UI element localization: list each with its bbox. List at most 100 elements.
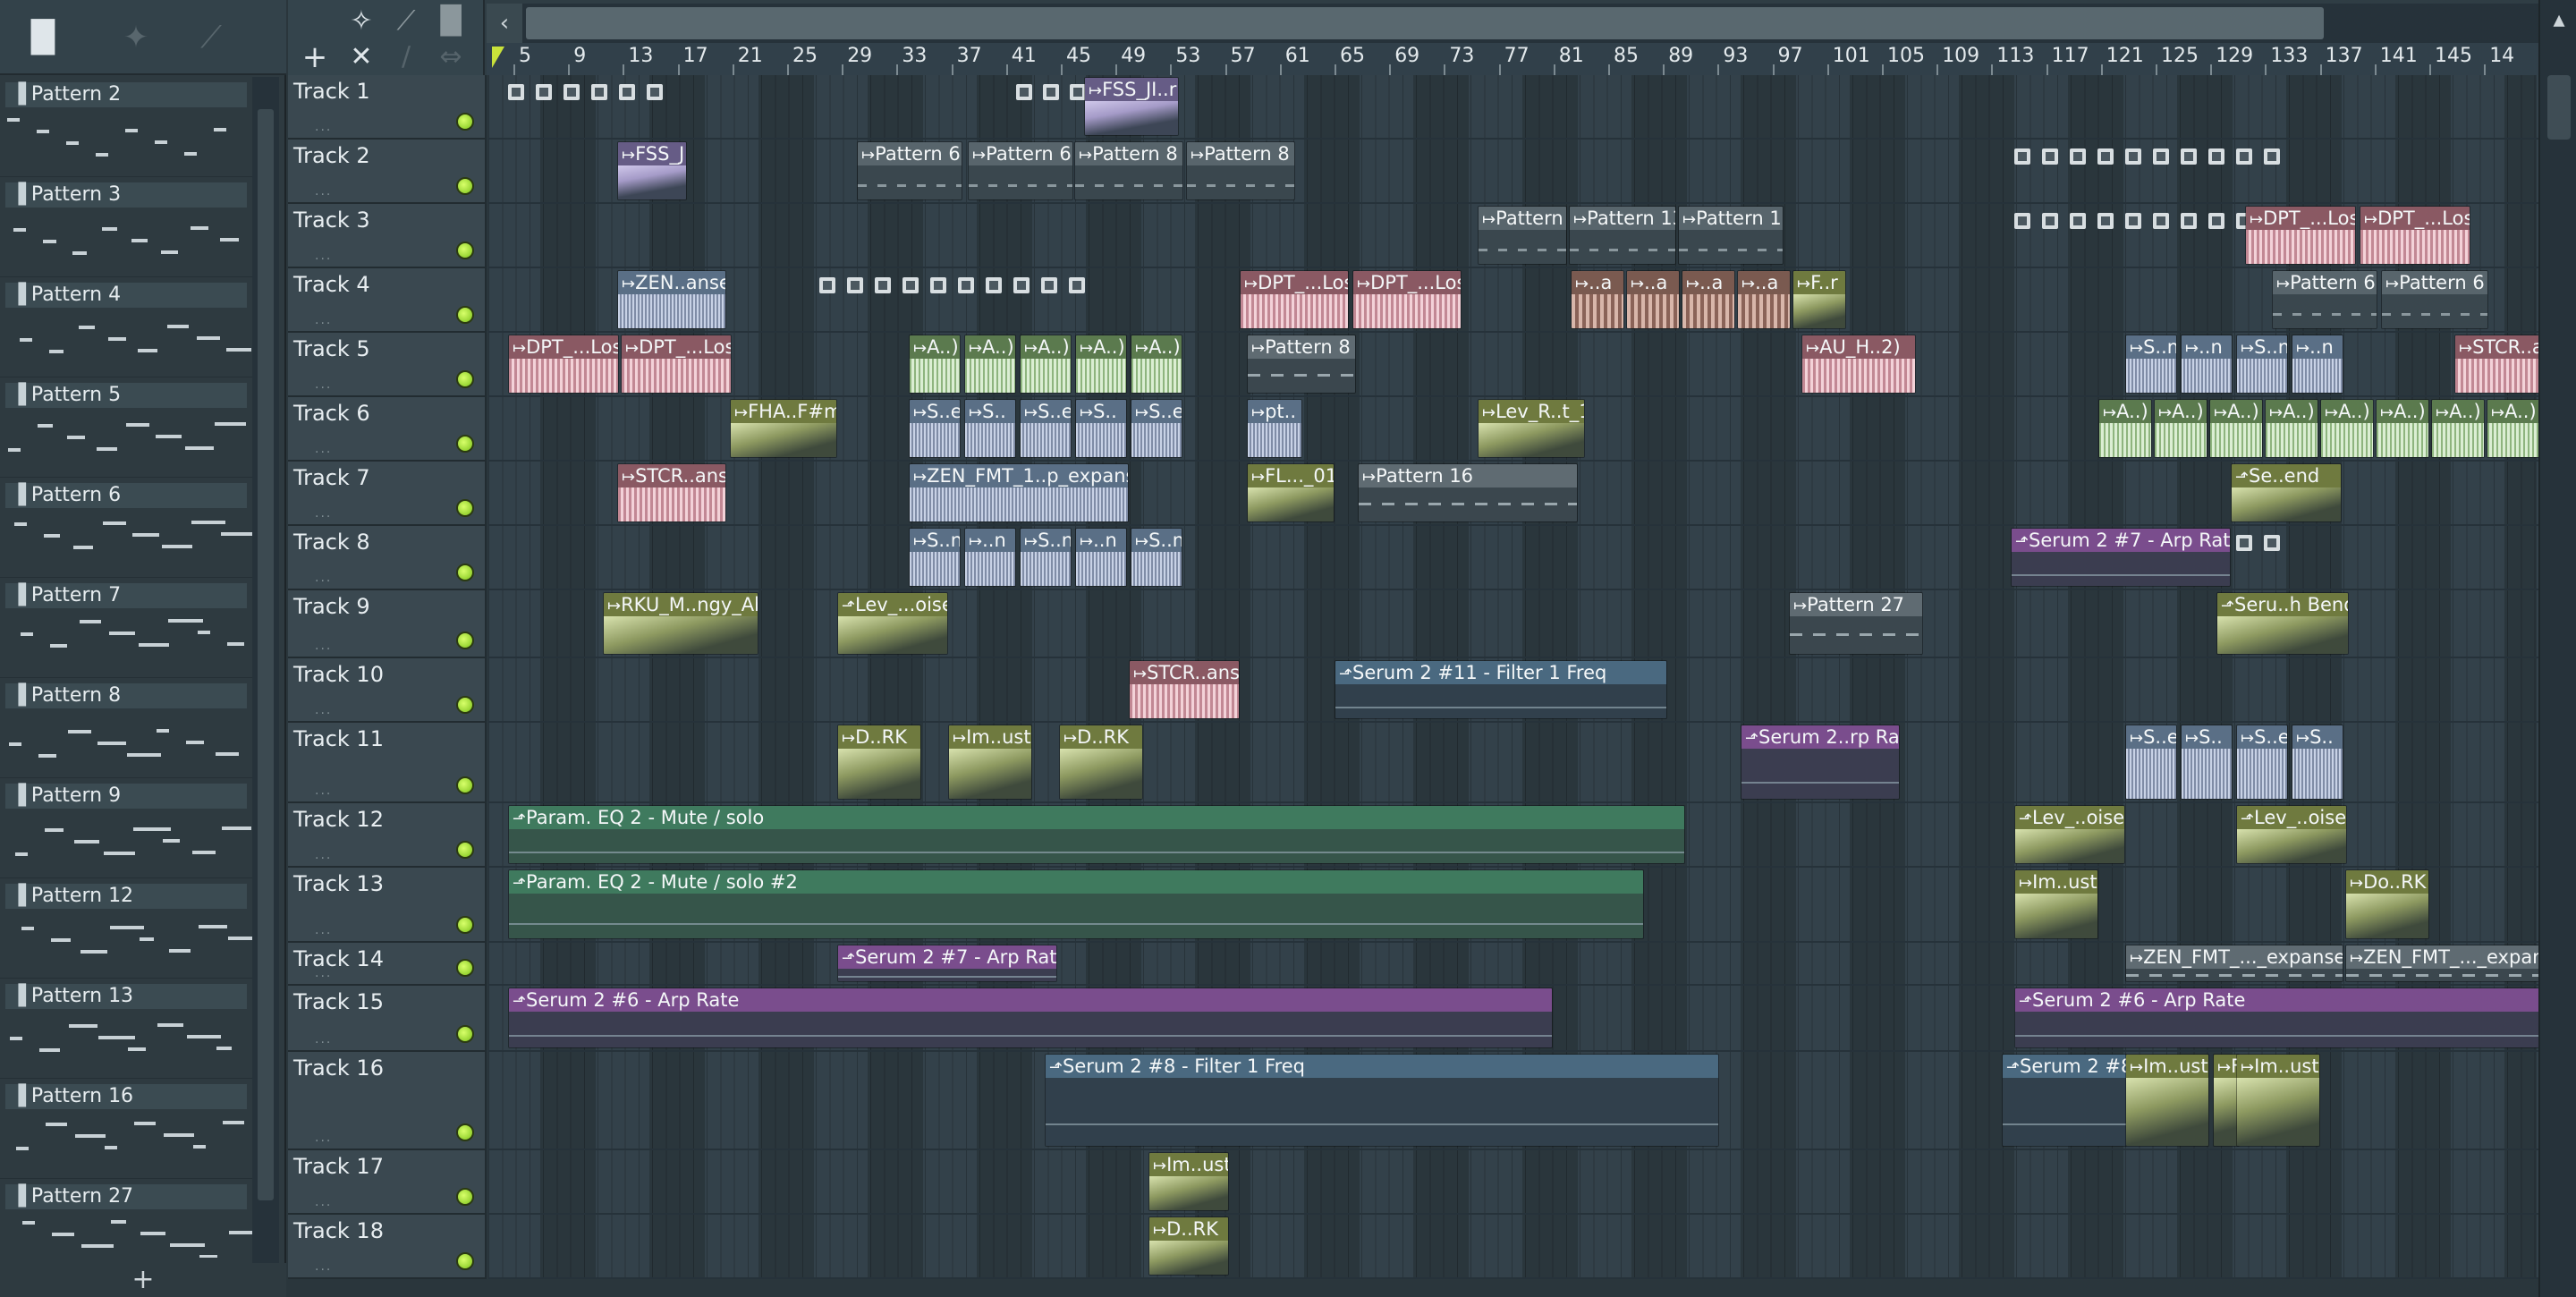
picker-scrollbar[interactable] (252, 77, 279, 1263)
playlist-clip[interactable]: A..) (2376, 399, 2429, 458)
pattern-clip-icon[interactable] (2125, 148, 2141, 165)
track-header[interactable]: Track 16... (288, 1052, 487, 1150)
playlist-clip[interactable]: ..a (1737, 270, 1791, 329)
pattern-item[interactable]: Pattern 27 (0, 1179, 252, 1258)
playlist-clip[interactable]: AU_H..2) (1801, 335, 1916, 394)
playlist-clip[interactable]: DPT_...Lost (2360, 206, 2470, 265)
overview-window[interactable] (526, 7, 2324, 39)
track-mute-led[interactable] (456, 177, 474, 195)
playlist-clip[interactable]: Pattern 16 (1358, 463, 1578, 522)
delete-icon[interactable]: ✕ (342, 39, 381, 75)
snap-magnet-icon[interactable]: ✧ (342, 4, 381, 39)
track-header[interactable]: Track 2... (288, 140, 487, 204)
playlist-clip[interactable]: A..) (964, 335, 1016, 394)
track-mute-led[interactable] (456, 959, 474, 977)
automation-clip[interactable]: Serum 2 #7 - Arp Rate (2011, 528, 2231, 587)
playlist-clip[interactable]: Pattern 13 (1678, 206, 1784, 265)
playlist-clip[interactable]: FL..._01 (1247, 463, 1335, 522)
pattern-item[interactable]: Pattern 8 (0, 678, 252, 778)
pattern-clip-icon[interactable] (564, 84, 580, 100)
track-header[interactable]: Track 1... (288, 75, 487, 140)
playlist-clip[interactable]: S..e (2236, 725, 2288, 800)
track-options[interactable]: ... (315, 249, 332, 263)
pattern-clip-icon[interactable] (591, 84, 607, 100)
pattern-clip-icon[interactable] (2014, 148, 2030, 165)
playlist-clip[interactable]: ZEN..anse (617, 270, 726, 329)
playlist-clip[interactable]: S..n (2125, 335, 2177, 394)
vertical-scroll-thumb[interactable] (2547, 75, 2571, 140)
playlist-clip[interactable]: FSS_JI..r (1) (1084, 77, 1179, 136)
pattern-clip-icon[interactable] (2181, 213, 2197, 229)
pattern-clip-icon[interactable] (2264, 148, 2280, 165)
track-mute-led[interactable] (456, 632, 474, 649)
playlist-clip[interactable]: ..n (2292, 335, 2343, 394)
playlist-clip[interactable]: Pattern 13 (1569, 206, 1676, 265)
playlist-clip[interactable]: S..n (1020, 528, 1072, 587)
playlist-clip[interactable]: FSS_JI..r (1) (617, 141, 687, 200)
track-mute-led[interactable] (456, 113, 474, 131)
pattern-clip-icon[interactable] (2097, 148, 2114, 165)
playlist-clip[interactable]: Pattern 8 (1186, 141, 1295, 200)
playlist-clip[interactable]: RKU_M..ngy_Ab (603, 592, 758, 655)
playlist-clip[interactable]: ..n (964, 528, 1016, 587)
automation-clip[interactable]: Param. EQ 2 - Mute / solo (508, 805, 1685, 864)
playlist-clip[interactable]: ..a (1682, 270, 1735, 329)
playlist-clip[interactable]: ..a (1571, 270, 1624, 329)
automation-clip[interactable]: Lev_..oise (2236, 805, 2347, 864)
playlist-clip[interactable]: ..n (1075, 528, 1127, 587)
playlist-clip[interactable]: FHA..F#m (730, 399, 837, 458)
mute-icon[interactable]: ∕ (386, 39, 426, 75)
track-header[interactable]: Track 15... (288, 986, 487, 1052)
pattern-clip-icon[interactable] (2236, 535, 2252, 551)
automation-clip[interactable]: Serum 2 #8 (2002, 1054, 2127, 1147)
pattern-item[interactable]: Pattern 6 (0, 478, 252, 578)
playlist-clip[interactable]: Pattern 13 (1478, 206, 1567, 265)
playlist-clip[interactable]: S.. (2181, 725, 2233, 800)
track-options[interactable]: ... (315, 639, 332, 653)
pattern-clip-icon[interactable] (930, 277, 946, 293)
track-mute-led[interactable] (456, 242, 474, 259)
track-header[interactable]: Track 3... (288, 204, 487, 268)
playlist-clip[interactable]: Pattern 27 (1789, 592, 1923, 655)
playlist-clip[interactable]: STCR..anse (2454, 335, 2538, 394)
pattern-clip-icon[interactable] (2208, 213, 2224, 229)
track-mute-led[interactable] (456, 306, 474, 324)
automation-clip[interactable]: Lev_...oise (837, 592, 948, 655)
playlist-clip[interactable]: Im..ust (2236, 1054, 2320, 1147)
track-options[interactable]: ... (315, 1131, 332, 1145)
playlist-clip[interactable]: A..) (1131, 335, 1182, 394)
pattern-clip-icon[interactable] (2125, 213, 2141, 229)
pattern-clip-icon[interactable] (847, 277, 863, 293)
playlist-clip[interactable]: S..n (909, 528, 961, 587)
playlist-clip[interactable]: DPT_...Lost (621, 335, 732, 394)
playlist-clip[interactable]: Pattern 6 (857, 141, 962, 200)
overview-scrollbar[interactable]: ‹ › (487, 4, 2576, 43)
select-icon[interactable]: ⇔ (431, 39, 470, 75)
pattern-item[interactable]: Pattern 4 (0, 277, 252, 377)
pattern-item[interactable]: Pattern 2 (0, 77, 252, 177)
pattern-clip-icon[interactable] (2042, 148, 2058, 165)
automation-clip[interactable]: Serum 2 #7 - Arp Rate (837, 945, 1057, 982)
playlist-clip[interactable]: Pattern 6 (968, 141, 1073, 200)
track-mute-led[interactable] (456, 841, 474, 859)
track-mute-led[interactable] (456, 1025, 474, 1043)
track-header[interactable]: Track 11... (288, 723, 487, 803)
automation-clip[interactable]: Se..end (2231, 463, 2342, 522)
track-options[interactable]: ... (315, 377, 332, 392)
playlist-clip[interactable]: S.. (964, 399, 1016, 458)
vertical-scrollbar[interactable]: ▴ (2538, 0, 2576, 1297)
playlist-clip[interactable]: D..RK (1148, 1216, 1229, 1276)
automation-clip[interactable]: Serum 2 #6 - Arp Rate (508, 988, 1553, 1048)
automation-clip[interactable]: Serum 2 #11 - Filter 1 Freq (1335, 660, 1667, 719)
automation-clip[interactable]: Seru..h Bend (2216, 592, 2349, 655)
playlist-clip[interactable]: A..) (2209, 399, 2263, 458)
track-mute-led[interactable] (456, 1188, 474, 1206)
pattern-clip-icon[interactable] (902, 277, 919, 293)
playlist-clip[interactable]: STCR..anse (617, 463, 726, 522)
track-header[interactable]: Track 14... (288, 943, 487, 986)
track-options[interactable]: ... (315, 923, 332, 937)
track-lane[interactable] (488, 268, 2538, 333)
track-mute-led[interactable] (456, 564, 474, 581)
pattern-clip-icon[interactable] (508, 84, 524, 100)
track-options[interactable]: ... (315, 120, 332, 134)
